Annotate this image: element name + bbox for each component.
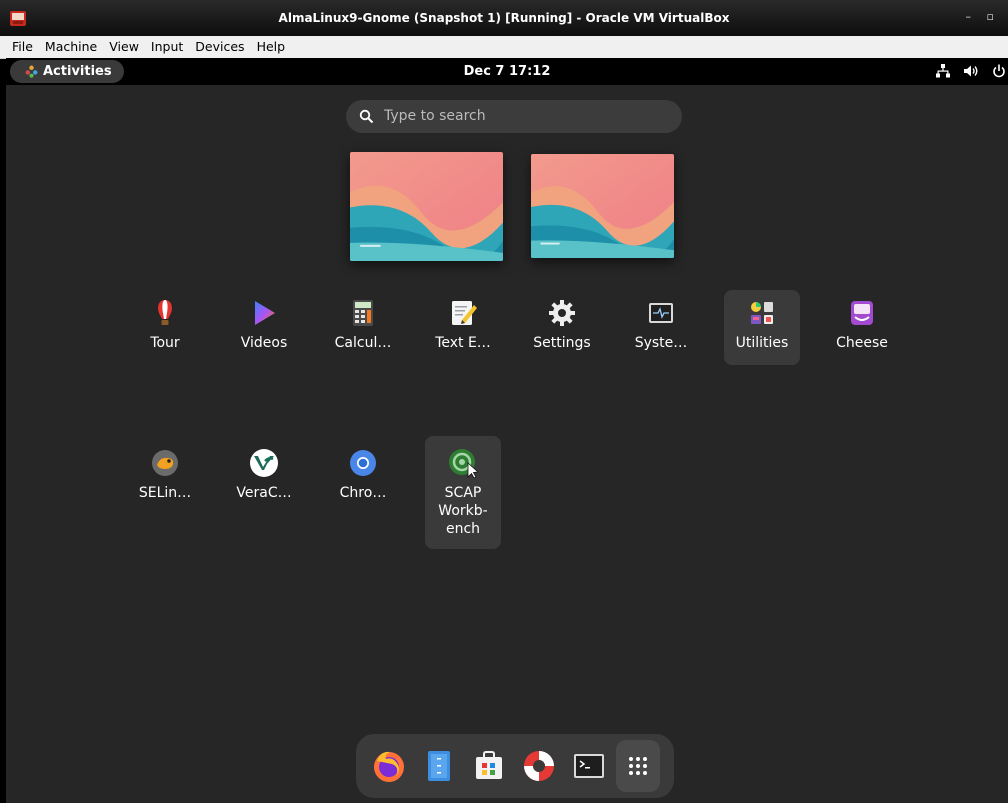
app-scap-workbench[interactable]: SCAP Workb- ench — [425, 436, 501, 549]
power-icon[interactable] — [992, 64, 1006, 78]
utilities-folder-icon — [751, 302, 773, 324]
app-label: Chro… — [339, 485, 387, 501]
cheese-icon — [851, 301, 873, 325]
tour-icon — [158, 300, 172, 325]
menubar: File Machine View Input Devices Help — [0, 36, 1008, 59]
app-settings[interactable]: Settings — [524, 298, 600, 364]
vm-screen: Activities Dec 7 17:12 Type to search To… — [6, 58, 1008, 803]
search-input[interactable] — [384, 100, 664, 133]
app-tour[interactable]: Tour — [127, 298, 203, 364]
window-titlebar[interactable]: AlmaLinux9-Gnome (Snapshot 1) [Running] … — [0, 0, 1008, 36]
menu-devices[interactable]: Devices — [189, 36, 250, 55]
app-cheese[interactable]: Cheese — [824, 298, 900, 364]
videos-icon — [255, 301, 275, 325]
files-icon[interactable] — [422, 749, 456, 783]
app-selinux[interactable]: SELin… — [127, 448, 203, 514]
selinux-icon — [152, 450, 178, 476]
workspace-thumbnail-1[interactable] — [350, 152, 503, 261]
chromium-icon — [350, 450, 376, 476]
volume-icon[interactable] — [963, 64, 979, 78]
system-monitor-icon — [649, 303, 673, 323]
calculator-icon — [353, 300, 373, 326]
system-tray[interactable] — [928, 63, 1006, 81]
app-label: Videos — [240, 335, 288, 351]
app-label: Utilities — [735, 335, 789, 351]
app-veracrypt[interactable]: VeraC… — [226, 448, 302, 514]
menu-help[interactable]: Help — [251, 36, 292, 55]
clock[interactable]: Dec 7 17:12 — [6, 58, 1008, 85]
menu-input[interactable]: Input — [145, 36, 189, 55]
scap-workbench-icon — [449, 449, 478, 478]
menu-view[interactable]: View — [103, 36, 145, 55]
app-label: Text E… — [435, 335, 491, 351]
menu-file[interactable]: File — [0, 36, 39, 55]
network-icon[interactable] — [935, 64, 950, 78]
app-calculator[interactable]: Calcul… — [325, 298, 401, 364]
app-label: VeraC… — [236, 485, 292, 501]
search-bar[interactable] — [346, 100, 682, 133]
text-editor-icon — [452, 301, 477, 325]
show-apps-button[interactable] — [616, 740, 660, 792]
window-title: AlmaLinux9-Gnome (Snapshot 1) [Running] … — [278, 11, 730, 25]
show-apps-icon — [629, 757, 647, 775]
firefox-icon[interactable] — [372, 749, 406, 783]
app-label: SCAP Workb- ench — [438, 485, 488, 537]
app-videos[interactable]: Videos — [226, 298, 302, 364]
app-chromium[interactable]: Chro… — [325, 448, 401, 514]
help-icon[interactable] — [522, 749, 556, 783]
app-text-editor[interactable]: Text E… — [425, 298, 501, 364]
app-label: Cheese — [836, 335, 888, 351]
app-utilities-folder[interactable]: Utilities — [724, 290, 800, 365]
menu-machine[interactable]: Machine — [39, 36, 103, 55]
app-system-monitor[interactable]: Syste… — [623, 298, 699, 364]
dash-dock — [356, 734, 674, 798]
terminal-icon[interactable] — [572, 749, 606, 783]
software-icon[interactable] — [472, 749, 506, 783]
workspace-thumbnail-2[interactable] — [531, 154, 674, 258]
window-controls[interactable]: – ▫ — [966, 10, 1000, 23]
app-label: SELin… — [138, 485, 192, 501]
app-label: Settings — [533, 335, 591, 351]
gnome-top-bar: Activities Dec 7 17:12 — [6, 58, 1008, 85]
veracrypt-icon — [250, 449, 278, 477]
app-label: Tour — [150, 335, 180, 351]
app-label: Calcul… — [334, 335, 392, 351]
search-icon — [359, 109, 374, 124]
settings-icon — [549, 300, 575, 326]
app-label: Syste… — [634, 335, 688, 351]
